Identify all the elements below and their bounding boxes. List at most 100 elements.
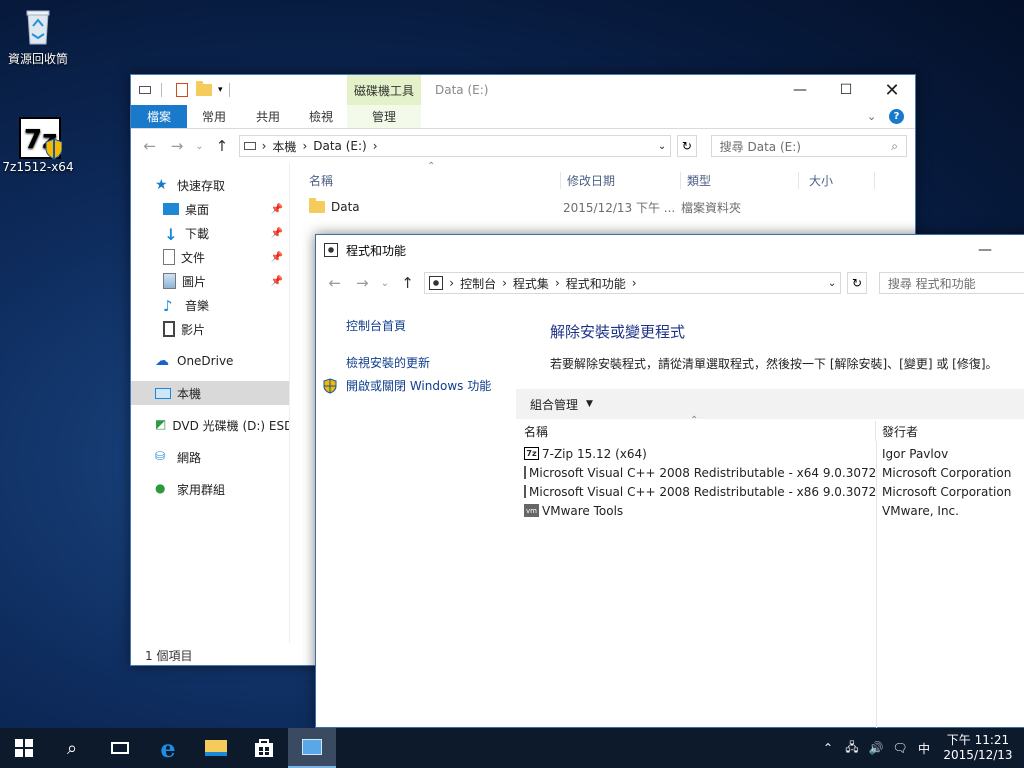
properties-icon[interactable] bbox=[176, 83, 188, 97]
nav-music[interactable]: ♪ 音樂 bbox=[131, 293, 289, 317]
program-row[interactable]: 7z 7-Zip 15.12 (x64) Igor Pavlov bbox=[516, 444, 1024, 463]
breadcrumb-programs-features[interactable]: 程式和功能 bbox=[566, 275, 626, 292]
program-row[interactable]: Microsoft Visual C++ 2008 Redistributabl… bbox=[516, 463, 1024, 482]
link-windows-features[interactable]: 開啟或關閉 Windows 功能 bbox=[322, 377, 491, 394]
windows-logo-icon bbox=[15, 739, 33, 757]
ribbon-expand-icon[interactable]: ⌄ bbox=[867, 105, 889, 128]
programs-list: 7z 7-Zip 15.12 (x64) Igor Pavlov Microsof… bbox=[516, 444, 1024, 520]
file-row[interactable]: Data 2015/12/13 下午 ... 檔案資料夾 bbox=[299, 193, 889, 221]
store-button[interactable] bbox=[240, 728, 288, 768]
refresh-icon[interactable]: ↻ bbox=[677, 135, 697, 157]
search-icon: ⌕ bbox=[66, 737, 78, 759]
up-arrow-icon[interactable]: ↑ bbox=[397, 274, 419, 292]
pin-icon: 📌 bbox=[270, 227, 283, 239]
cp-sidebar: 控制台首頁 檢視安裝的更新 開啟或關閉 Windows 功能 bbox=[323, 317, 491, 394]
chevron-right-icon: › bbox=[554, 276, 560, 290]
nav-documents[interactable]: 文件 📌 bbox=[131, 245, 289, 269]
recycle-bin-desktop-icon[interactable]: 資源回收筒 bbox=[0, 6, 76, 67]
program-row[interactable]: vm VMware Tools VMware, Inc. bbox=[516, 501, 1024, 520]
nav-dvd-drive[interactable]: ◩ DVD 光碟機 (D:) ESD bbox=[131, 413, 289, 437]
nav-network[interactable]: ⛁ 網路 bbox=[131, 445, 289, 469]
cp-search-input[interactable]: 搜尋 程式和功能 bbox=[878, 272, 1024, 294]
chevron-right-icon: › bbox=[631, 276, 637, 290]
explorer-address-bar[interactable]: › 本機 › Data (E:) › ⌄ bbox=[238, 135, 672, 157]
tab-home[interactable]: 常用 bbox=[187, 105, 241, 128]
explorer-address-row: ← → ⌄ ↑ › 本機 › Data (E:) › ⌄ ↻ 搜尋 Data (… bbox=[131, 129, 915, 163]
nav-downloads[interactable]: ↓ 下載 📌 bbox=[131, 221, 289, 245]
address-dropdown-icon[interactable]: ⌄ bbox=[828, 278, 836, 289]
close-button[interactable]: ✕ bbox=[869, 75, 915, 105]
7zip-icon: 7z bbox=[18, 116, 63, 160]
program-row[interactable]: Microsoft Visual C++ 2008 Redistributabl… bbox=[516, 482, 1024, 501]
control-panel-taskbar-button[interactable] bbox=[288, 728, 336, 768]
recent-locations-icon[interactable]: ⌄ bbox=[379, 278, 391, 289]
file-explorer-button[interactable] bbox=[192, 728, 240, 768]
ime-indicator[interactable]: 中 bbox=[912, 740, 936, 757]
chevron-right-icon: › bbox=[261, 139, 267, 153]
maximize-button[interactable]: ☐ bbox=[823, 75, 869, 105]
col-name[interactable]: 名稱 bbox=[299, 171, 561, 189]
col-program-name[interactable]: 名稱 bbox=[516, 421, 876, 441]
chevron-right-icon: › bbox=[372, 139, 378, 153]
nav-videos[interactable]: 影片 bbox=[131, 317, 289, 341]
minimize-button[interactable]: — bbox=[777, 75, 823, 105]
back-arrow-icon[interactable]: ← bbox=[324, 274, 346, 292]
breadcrumb-programs[interactable]: 程式集 bbox=[513, 275, 549, 292]
search-button[interactable]: ⌕ bbox=[48, 728, 96, 768]
installer-icon bbox=[524, 466, 526, 479]
task-view-button[interactable] bbox=[96, 728, 144, 768]
nav-quick-access[interactable]: ★ 快速存取 bbox=[131, 173, 289, 197]
chevron-down-icon[interactable]: ▾ bbox=[218, 85, 223, 95]
clock[interactable]: 下午 11:21 2015/12/13 bbox=[940, 733, 1016, 763]
organize-button[interactable]: 組合管理 ▼ bbox=[530, 396, 593, 413]
col-type[interactable]: 類型 bbox=[681, 171, 799, 189]
nav-this-pc-label: 本機 bbox=[177, 386, 202, 401]
nav-desktop[interactable]: 桌面 📌 bbox=[131, 197, 289, 221]
new-folder-icon[interactable] bbox=[196, 81, 212, 96]
col-publisher[interactable]: 發行者 bbox=[876, 423, 918, 440]
volume-icon[interactable]: 🔊 bbox=[864, 741, 888, 755]
nav-homegroup[interactable]: ● 家用群組 bbox=[131, 477, 289, 501]
file-type: 檔案資料夾 bbox=[681, 200, 742, 215]
nav-this-pc[interactable]: 本機 bbox=[131, 381, 289, 405]
program-name: Microsoft Visual C++ 2008 Redistributabl… bbox=[529, 465, 876, 480]
chevron-right-icon: › bbox=[449, 276, 455, 290]
edge-button[interactable]: e bbox=[144, 728, 192, 768]
cp-address-bar[interactable]: › 控制台 › 程式集 › 程式和功能 › ⌄ bbox=[424, 272, 842, 294]
show-hidden-icons-icon[interactable]: ⌃ bbox=[816, 741, 840, 755]
tab-manage[interactable]: 管理 bbox=[347, 105, 421, 128]
installer-icon bbox=[524, 485, 526, 498]
programs-list-header: 名稱 發行者 bbox=[516, 421, 1024, 441]
7zip-installer-desktop-icon[interactable]: 7z 7z1512-x64 bbox=[0, 116, 76, 174]
cp-minimize-button[interactable]: — bbox=[962, 235, 1008, 265]
nav-onedrive[interactable]: ☁ OneDrive bbox=[131, 349, 289, 373]
breadcrumb-data-drive[interactable]: Data (E:) bbox=[313, 139, 366, 153]
col-size[interactable]: 大小 bbox=[799, 171, 875, 189]
tab-share[interactable]: 共用 bbox=[241, 105, 295, 128]
explorer-search-input[interactable]: 搜尋 Data (E:) ⌕ bbox=[710, 135, 908, 157]
forward-arrow-icon[interactable]: → bbox=[352, 274, 374, 292]
refresh-icon[interactable]: ↻ bbox=[847, 272, 867, 294]
back-arrow-icon[interactable]: ← bbox=[139, 137, 160, 155]
breadcrumb-control-panel[interactable]: 控制台 bbox=[460, 275, 496, 292]
network-icon[interactable]: 🖧 bbox=[840, 738, 864, 759]
col-modified[interactable]: 修改日期 bbox=[561, 171, 681, 189]
forward-arrow-icon[interactable]: → bbox=[166, 137, 187, 155]
recent-locations-icon[interactable]: ⌄ bbox=[194, 141, 206, 152]
help-icon[interactable]: ? bbox=[889, 109, 904, 124]
nav-videos-label: 影片 bbox=[181, 322, 206, 337]
up-arrow-icon[interactable]: ↑ bbox=[211, 137, 232, 155]
nav-pictures[interactable]: 圖片 📌 bbox=[131, 269, 289, 293]
address-dropdown-icon[interactable]: ⌄ bbox=[658, 141, 666, 152]
status-item-count: 1 個項目 bbox=[145, 649, 193, 663]
tab-file[interactable]: 檔案 bbox=[131, 105, 187, 128]
nav-downloads-label: 下載 bbox=[185, 226, 210, 241]
link-view-installed-updates[interactable]: 檢視安裝的更新 bbox=[346, 354, 491, 371]
file-modified: 2015/12/13 下午 ... bbox=[563, 200, 676, 215]
link-control-panel-home[interactable]: 控制台首頁 bbox=[346, 317, 491, 334]
tab-view[interactable]: 檢視 bbox=[295, 105, 347, 128]
start-button[interactable] bbox=[0, 728, 48, 768]
breadcrumb-this-pc[interactable]: 本機 bbox=[272, 138, 296, 155]
recycle-bin-label: 資源回收筒 bbox=[7, 52, 68, 66]
action-center-icon[interactable]: 🗨 bbox=[888, 741, 912, 755]
